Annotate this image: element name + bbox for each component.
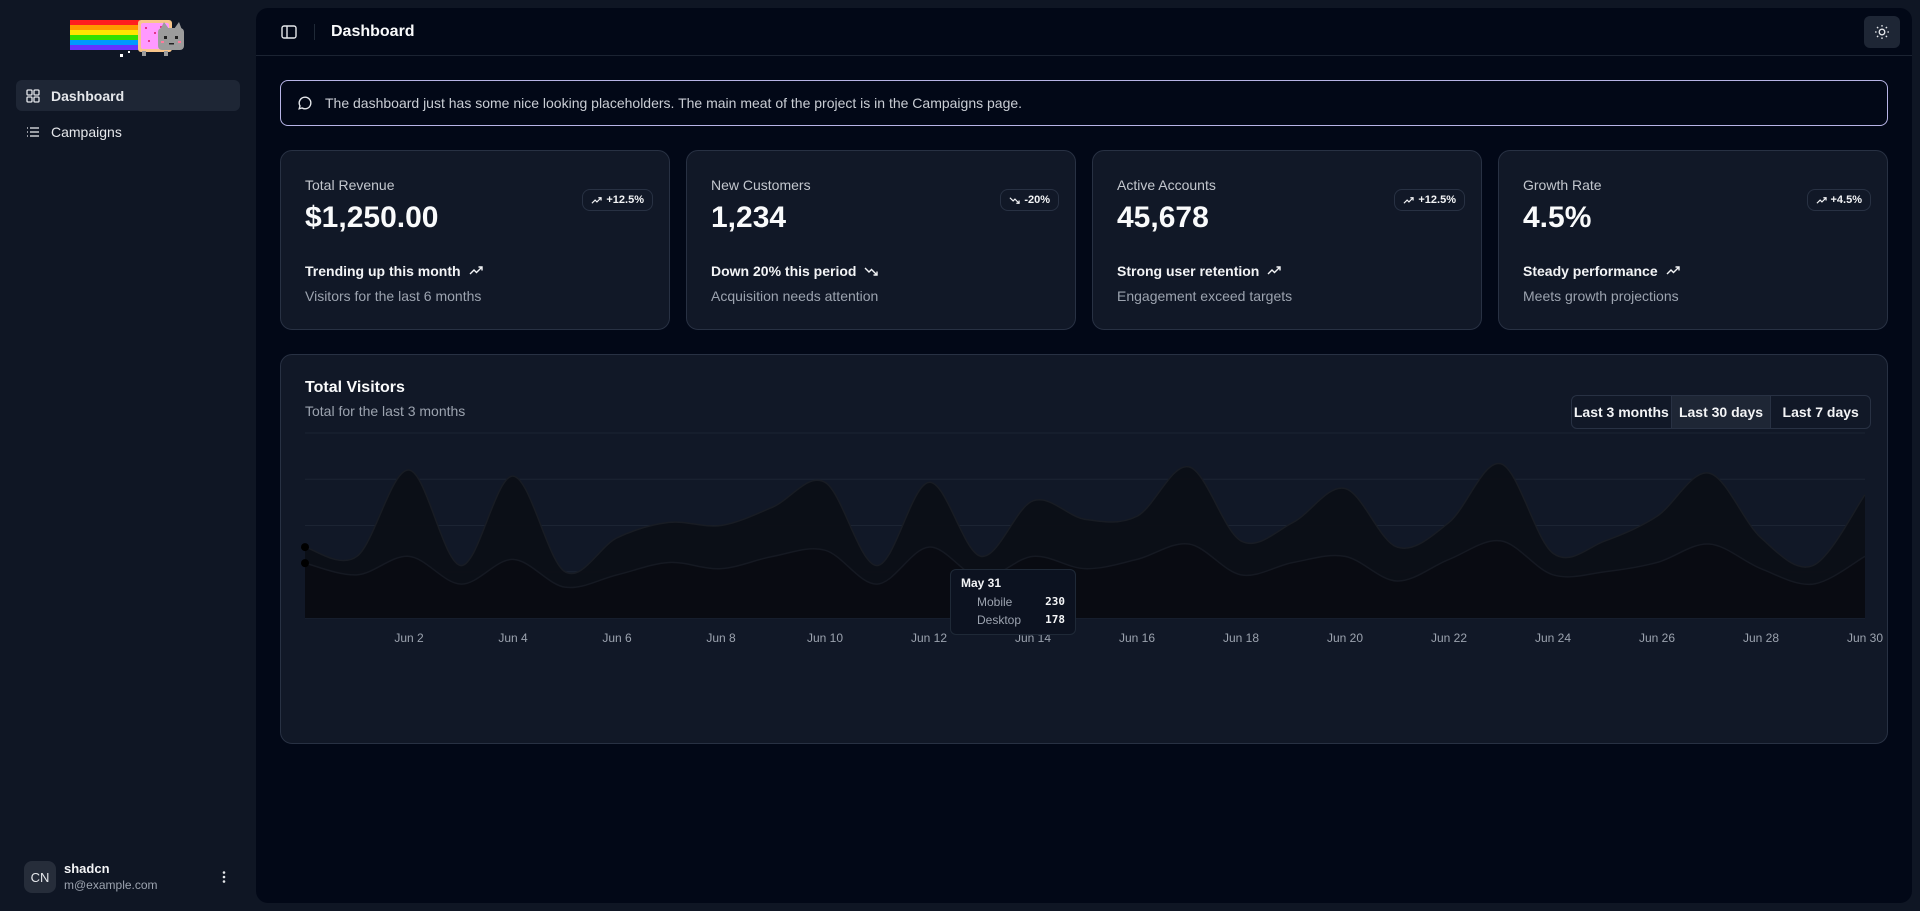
trend-text: Steady performance (1523, 263, 1680, 279)
user-info: shadcn m@example.com (64, 861, 216, 892)
trending-up-icon (1815, 196, 1827, 204)
x-tick-label: Jun 22 (1431, 631, 1467, 645)
info-alert: The dashboard just has some nice looking… (280, 80, 1888, 126)
card-description: Engagement exceed targets (1117, 288, 1293, 304)
trend-label: Strong user retention (1117, 263, 1260, 279)
main-panel: Dashboard The dashboard just has some ni… (256, 8, 1912, 903)
sun-icon (1875, 25, 1889, 39)
x-tick-label: Jun 16 (1119, 631, 1155, 645)
badge-text: +4.5% (1830, 194, 1863, 206)
x-tick-label: Jun 26 (1639, 631, 1675, 645)
x-tick-label: Jun 10 (807, 631, 843, 645)
sidebar-item-label: Dashboard (51, 87, 125, 104)
range-last-7-days[interactable]: Last 7 days (1770, 396, 1870, 428)
trend-text: Strong user retention (1117, 263, 1282, 279)
tooltip-row-mobile: Mobile 230 (961, 593, 1065, 611)
tooltip-row-desktop: Desktop 178 (961, 611, 1065, 629)
tooltip-label: Desktop (977, 613, 1022, 627)
sidebar-item-label: Campaigns (51, 123, 122, 140)
sidebar-nav: Dashboard Campaigns (16, 80, 240, 152)
topbar: Dashboard (256, 8, 1912, 56)
stat-card-growth-rate: Growth Rate 4.5% +4.5% Steady performanc… (1498, 150, 1888, 330)
badge-text: -20% (1024, 194, 1050, 206)
tooltip-value: 230 (1045, 595, 1065, 608)
sidebar-item-campaigns[interactable]: Campaigns (16, 116, 240, 147)
stat-card-total-revenue: Total Revenue $1,250.00 +12.5% Trending … (280, 150, 670, 330)
x-tick-label: Jun 6 (602, 631, 632, 645)
trend-badge: -20% (1000, 189, 1059, 211)
total-visitors-card: Jun 2 Jun 4 Jun 6 Jun 8 Jun 10 Jun 12 Jun 14 Ju… (280, 354, 1888, 744)
trend-text: Trending up this month (305, 263, 483, 279)
range-last-3-months[interactable]: Last 3 months (1572, 396, 1671, 428)
trending-up-icon (469, 266, 483, 275)
card-label: New Customers (711, 177, 811, 193)
tooltip-date: May 31 (961, 576, 1002, 590)
trend-badge: +4.5% (1806, 189, 1871, 211)
x-tick-label: Jun 4 (498, 631, 528, 645)
active-dot-mobile (301, 543, 309, 552)
user-email: m@example.com (64, 877, 158, 892)
x-tick-label: Jun 28 (1743, 631, 1779, 645)
theme-toggle-button[interactable] (1864, 16, 1900, 48)
dashboard-icon (26, 88, 40, 103)
message-circle-icon (298, 96, 312, 110)
nyan-cat-logo[interactable] (70, 18, 188, 60)
trending-down-icon (864, 267, 879, 276)
trend-badge: +12.5% (582, 189, 653, 211)
user-menu[interactable]: CN shadcn m@example.com (16, 853, 240, 901)
avatar: CN (24, 861, 56, 893)
card-description: Visitors for the last 6 months (305, 288, 482, 304)
active-dot-desktop (301, 559, 309, 568)
x-tick-label: Jun 24 (1535, 631, 1571, 645)
sidebar-toggle-icon[interactable] (280, 23, 298, 41)
trending-up-icon (1666, 266, 1680, 275)
sidebar: Dashboard Campaigns CN shadcn m@example.… (0, 0, 256, 911)
badge-text: +12.5% (606, 194, 644, 206)
topbar-separator (314, 23, 315, 40)
trend-label: Steady performance (1523, 263, 1658, 279)
range-last-30-days[interactable]: Last 30 days (1670, 396, 1771, 428)
x-tick-label: Jun 18 (1223, 631, 1259, 645)
x-tick-label: Jun 2 (394, 631, 424, 645)
trending-up-icon (591, 196, 603, 204)
trending-down-icon (1009, 196, 1020, 204)
trending-up-icon (1403, 196, 1415, 204)
user-name: shadcn (64, 861, 110, 877)
list-icon (27, 126, 39, 137)
stat-card-new-customers: New Customers 1,234 -20% Down 20% this p… (686, 150, 1076, 330)
x-tick-label: Jun 12 (911, 631, 947, 645)
chart-tooltip: May 31 Mobile 230 Desktop 178 (950, 569, 1076, 635)
x-tick-label: Jun 30 (1847, 631, 1883, 645)
stat-card-active-accounts: Active Accounts 45,678 +12.5% Strong use… (1092, 150, 1482, 330)
tooltip-value: 178 (1045, 613, 1065, 626)
tooltip-label: Mobile (977, 595, 1013, 609)
more-vertical-icon[interactable] (216, 869, 232, 885)
trend-badge: +12.5% (1394, 189, 1465, 211)
page-title: Dashboard (331, 22, 415, 40)
time-range-toggle: Last 3 months Last 30 days Last 7 days (1571, 395, 1871, 429)
trending-up-icon (1267, 266, 1282, 275)
badge-text: +12.5% (1418, 194, 1456, 206)
alert-text: The dashboard just has some nice looking… (325, 95, 1023, 111)
card-description: Acquisition needs attention (711, 288, 879, 304)
chart-subtitle: Total for the last 3 months (305, 403, 466, 419)
sidebar-item-dashboard[interactable]: Dashboard (16, 80, 240, 111)
chart-title: Total Visitors (305, 379, 405, 396)
x-tick-label: Jun 20 (1327, 631, 1363, 645)
trend-label: Trending up this month (305, 263, 461, 279)
stat-cards: Total Revenue $1,250.00 +12.5% Trending … (280, 150, 1888, 330)
trend-label: Down 20% this period (711, 263, 857, 279)
card-description: Meets growth projections (1523, 288, 1679, 304)
x-tick-label: Jun 8 (706, 631, 736, 645)
trend-text: Down 20% this period (711, 263, 879, 279)
